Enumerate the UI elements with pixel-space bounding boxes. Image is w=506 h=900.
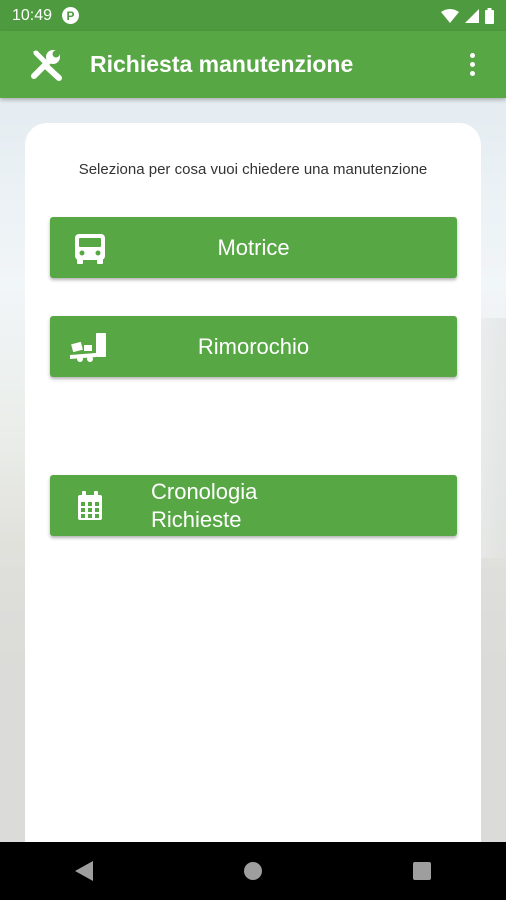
cronologia-label-line2: Richieste bbox=[151, 506, 242, 532]
cronologia-richieste-button[interactable]: Cronologia Richieste bbox=[50, 475, 457, 536]
status-bar: 10:49 P bbox=[0, 0, 506, 31]
wifi-icon bbox=[441, 8, 459, 23]
selection-card: Seleziona per cosa vuoi chiedere una man… bbox=[25, 123, 481, 863]
signal-icon bbox=[465, 8, 479, 23]
instruction-text: Seleziona per cosa vuoi chiedere una man… bbox=[78, 161, 428, 178]
back-button[interactable] bbox=[54, 851, 114, 891]
app-notification-icon: P bbox=[62, 7, 80, 24]
tools-icon bbox=[31, 49, 62, 81]
overflow-menu-icon[interactable] bbox=[460, 50, 484, 80]
home-icon bbox=[243, 862, 262, 880]
navigation-bar bbox=[0, 842, 506, 900]
recents-icon bbox=[412, 862, 431, 880]
app-bar: Richiesta manutenzione bbox=[0, 31, 506, 98]
page-title: Richiesta manutenzione bbox=[90, 51, 354, 77]
status-time: 10:49 bbox=[12, 6, 53, 24]
recents-button[interactable] bbox=[392, 851, 452, 891]
status-icons bbox=[441, 7, 494, 24]
battery-icon bbox=[485, 7, 494, 24]
motrice-button[interactable]: Motrice bbox=[50, 217, 457, 278]
cronologia-label: Cronologia Richieste bbox=[151, 475, 257, 536]
rimorochio-label: Rimorochio bbox=[197, 333, 310, 359]
cronologia-label-line1: Cronologia bbox=[151, 478, 258, 504]
home-button[interactable] bbox=[223, 851, 283, 891]
rimorochio-button[interactable]: Rimorochio bbox=[50, 316, 457, 377]
back-icon bbox=[75, 861, 94, 881]
calendar-icon bbox=[78, 491, 102, 520]
motrice-label: Motrice bbox=[217, 234, 290, 260]
